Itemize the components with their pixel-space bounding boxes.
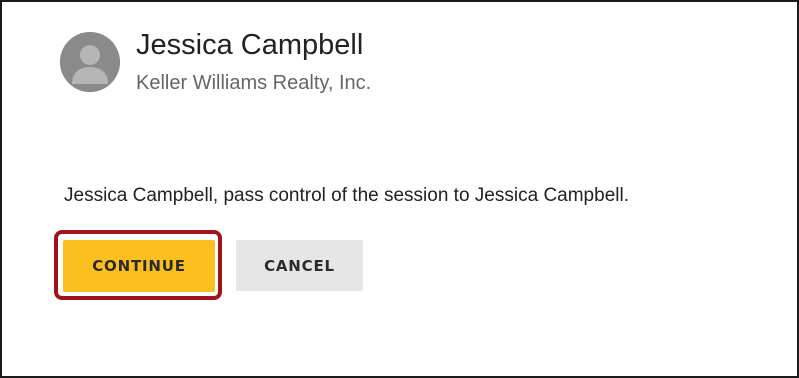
continue-button[interactable]: CONTINUE [63,240,215,292]
user-organization: Keller Williams Realty, Inc. [136,72,372,94]
user-name: Jessica Campbell [136,29,364,61]
user-avatar-icon [60,32,120,92]
pass-control-message: Jessica Campbell, pass control of the se… [64,185,629,206]
cancel-button[interactable]: CANCEL [236,240,363,291]
pass-control-dialog: Jessica Campbell Keller Williams Realty,… [0,0,799,378]
